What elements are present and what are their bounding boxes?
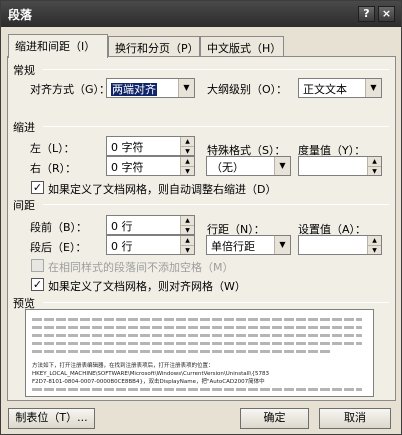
preview-placeholder-line bbox=[32, 334, 362, 337]
space-before-value: 0 行 bbox=[111, 220, 133, 233]
left-indent-value: 0 字符 bbox=[111, 141, 144, 154]
tab-indent-spacing[interactable]: 缩进和间距（I） bbox=[8, 34, 108, 58]
line-spacing-combobox[interactable]: 单倍行距 ▼ bbox=[206, 235, 291, 255]
close-button[interactable]: × bbox=[378, 6, 395, 22]
spin-arrows-icon[interactable]: ▲ ▼ bbox=[180, 137, 194, 155]
space-after-value: 0 行 bbox=[111, 240, 133, 253]
preview-text-line: F2D7-8101-0804-0007-0000B0CE8BB4}，双击Disp… bbox=[32, 379, 265, 385]
spin-arrows-icon[interactable]: ▲ ▼ bbox=[180, 236, 194, 254]
alignment-label: 对齐方式（G）： bbox=[30, 83, 111, 96]
title-bar[interactable]: 段落 ? × bbox=[1, 1, 401, 27]
ok-button[interactable]: 确定 bbox=[240, 408, 309, 429]
general-heading: 常规 bbox=[13, 64, 35, 77]
right-indent-spinner[interactable]: 0 字符 ▲ ▼ bbox=[106, 156, 195, 176]
spin-arrows-icon[interactable]: ▲ ▼ bbox=[180, 216, 194, 234]
help-button[interactable]: ? bbox=[358, 6, 375, 22]
preview-placeholder-line bbox=[32, 342, 362, 345]
alignment-value: 两端对齐 bbox=[111, 83, 157, 96]
right-indent-label: 右（R）： bbox=[30, 162, 77, 175]
space-after-label: 段后（E）： bbox=[30, 241, 87, 254]
snap-to-grid-label[interactable]: 如果定义了文档网格，则对齐网格（W） bbox=[48, 278, 246, 294]
left-indent-label: 左（L）： bbox=[30, 142, 75, 155]
indent-separator bbox=[43, 126, 389, 127]
preview-placeholder-line bbox=[32, 318, 362, 321]
spacing-separator bbox=[43, 204, 389, 205]
space-before-spinner[interactable]: 0 行 ▲ ▼ bbox=[106, 215, 195, 235]
tab-line-page-breaks[interactable]: 换行和分页（P） bbox=[108, 36, 200, 57]
preview-placeholder-line bbox=[32, 350, 332, 353]
no-space-same-style-checkbox[interactable] bbox=[31, 259, 44, 272]
auto-adjust-indent-label[interactable]: 如果定义了文档网格，则自动调整右缩进（D） bbox=[48, 181, 276, 197]
chevron-down-icon[interactable]: ▼ bbox=[274, 157, 290, 175]
chevron-down-icon[interactable]: ▼ bbox=[365, 79, 381, 97]
tab-asian-typography[interactable]: 中文版式（H） bbox=[200, 36, 284, 57]
spin-arrows-icon[interactable]: ▲ ▼ bbox=[367, 157, 381, 175]
outline-level-value: 正文文本 bbox=[303, 83, 347, 96]
paragraph-dialog: 段落 ? × 缩进和间距（I） 换行和分页（P） 中文版式（H） 常规 对齐方式… bbox=[0, 0, 402, 435]
chevron-down-icon[interactable]: ▼ bbox=[178, 79, 194, 97]
auto-adjust-indent-checkbox[interactable]: ✓ bbox=[31, 181, 44, 194]
special-format-combobox[interactable]: （无） ▼ bbox=[206, 156, 291, 176]
spin-arrows-icon[interactable]: ▲ ▼ bbox=[367, 236, 381, 254]
snap-to-grid-checkbox[interactable]: ✓ bbox=[31, 278, 44, 291]
preview-text-line: HKEY_LOCAL_MACHINE\SOFTWARE\Microsoft\Wi… bbox=[32, 371, 270, 377]
outline-level-combobox[interactable]: 正文文本 ▼ bbox=[298, 78, 382, 98]
preview-separator bbox=[43, 302, 389, 303]
preview-placeholder-line bbox=[32, 326, 362, 329]
no-space-same-style-label: 在相同样式的段落间不添加空格（M） bbox=[48, 261, 234, 274]
left-indent-spinner[interactable]: 0 字符 ▲ ▼ bbox=[106, 136, 195, 156]
cancel-button[interactable]: 取消 bbox=[319, 408, 391, 429]
tabs-button[interactable]: 制表位（T）... bbox=[8, 408, 95, 429]
alignment-combobox[interactable]: 两端对齐 ▼ bbox=[106, 78, 195, 98]
outline-level-label: 大纲级别（O）： bbox=[207, 83, 288, 96]
line-spacing-value: 单倍行距 bbox=[211, 240, 255, 253]
space-before-label: 段前（B）： bbox=[30, 221, 88, 234]
right-indent-value: 0 字符 bbox=[111, 161, 144, 174]
dialog-title: 段落 bbox=[8, 8, 33, 22]
preview-text-line: 方法如下，打开注册表编辑器，在找到注册表项后，打开注册表项的位置： bbox=[32, 363, 214, 369]
set-value-spinner[interactable]: ▲ ▼ bbox=[298, 235, 382, 255]
spin-arrows-icon[interactable]: ▲ ▼ bbox=[180, 157, 194, 175]
special-format-value: （无） bbox=[211, 161, 244, 174]
paragraph-preview: 方法如下，打开注册表编辑器，在找到注册表项后，打开注册表项的位置： HKEY_L… bbox=[25, 309, 374, 397]
preview-placeholder-line bbox=[32, 388, 362, 391]
measure-spinner[interactable]: ▲ ▼ bbox=[298, 156, 382, 176]
spacing-heading: 间距 bbox=[13, 199, 35, 212]
space-after-spinner[interactable]: 0 行 ▲ ▼ bbox=[106, 235, 195, 255]
indent-heading: 缩进 bbox=[13, 121, 35, 134]
chevron-down-icon[interactable]: ▼ bbox=[274, 236, 290, 254]
general-separator bbox=[43, 69, 389, 70]
